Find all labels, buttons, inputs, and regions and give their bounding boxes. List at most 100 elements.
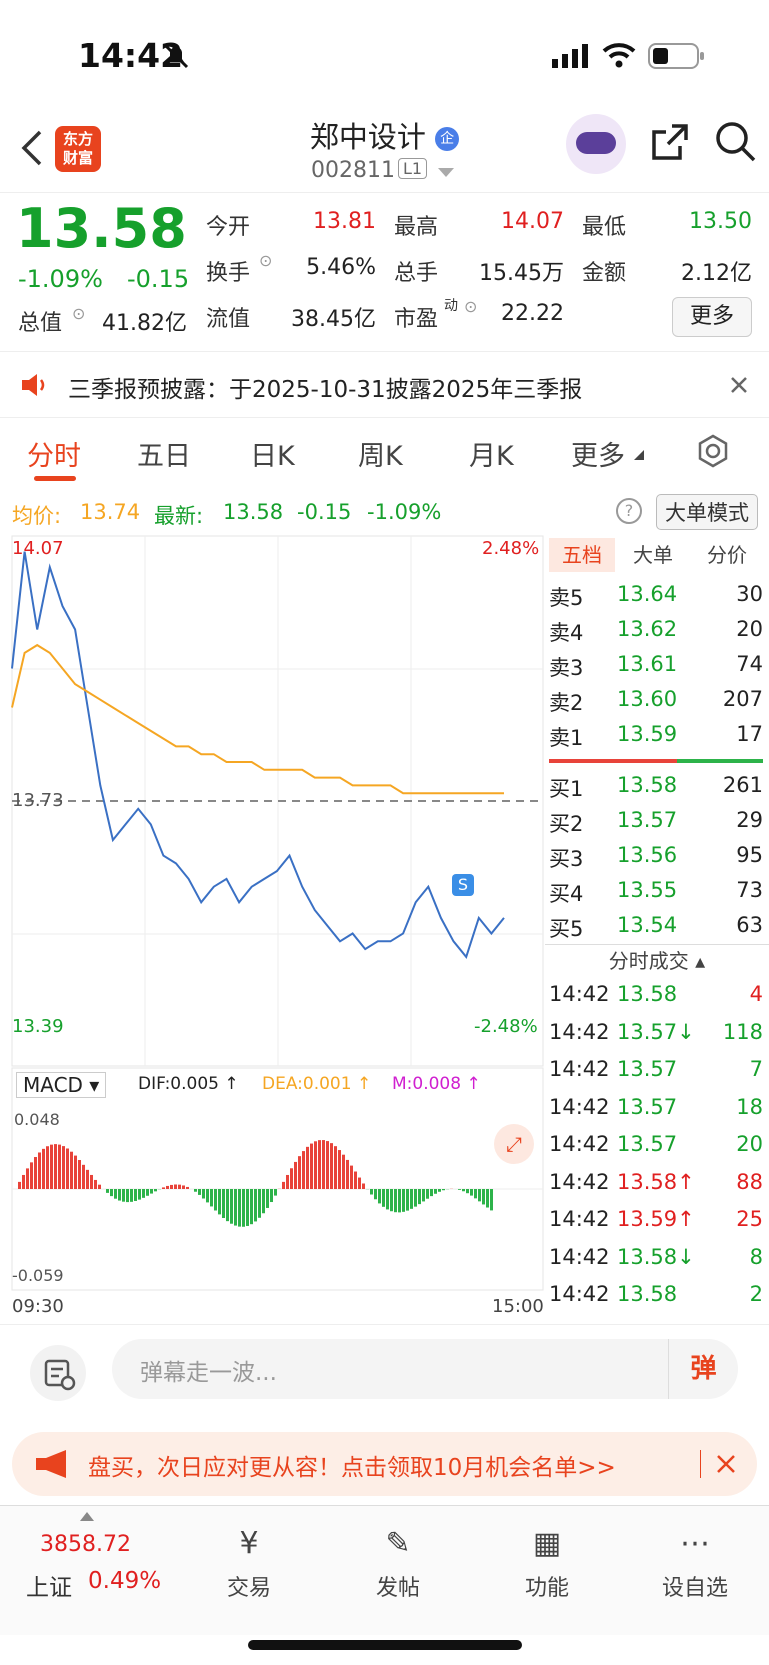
nav-post[interactable]: ✎ 发帖 (348, 1526, 448, 1602)
bid-row[interactable]: 买5 13.54 63 (545, 909, 769, 944)
ask-level: 卖4 (549, 621, 584, 645)
macd-bar (30, 1162, 33, 1189)
level-badge[interactable]: L1 (398, 158, 428, 179)
nav-watchlist[interactable]: ⋯ 设自选 (645, 1526, 745, 1602)
danmu-placeholder: 弹幕走一波... (140, 1360, 277, 1386)
change-value: -0.15 (127, 265, 190, 293)
macd-bar (430, 1189, 433, 1197)
info-icon[interactable]: ⊙ (72, 304, 85, 323)
big-order-mode-button[interactable]: 大单模式 (656, 494, 758, 530)
macd-bar (106, 1189, 109, 1193)
macd-bar (458, 1189, 461, 1190)
macd-bar (182, 1185, 185, 1189)
macd-bar (218, 1189, 221, 1215)
tab-big-order[interactable]: 大单 (633, 538, 673, 572)
macd-bar (110, 1189, 113, 1197)
more-button[interactable]: 更多 (672, 297, 752, 337)
tab-intraday[interactable]: 分时 (27, 434, 81, 473)
close-icon[interactable] (716, 1454, 736, 1474)
ask-row[interactable]: 卖4 13.62 20 (545, 613, 769, 648)
notice-bar[interactable]: 三季报预披露：于2025-10-31披露2025年三季报 (0, 352, 769, 418)
more-arrow-icon (634, 450, 644, 460)
tab-monthly-k[interactable]: 月K (469, 434, 514, 473)
ticks-header[interactable]: 分时成交 ▴ (545, 944, 769, 978)
danmu-input[interactable]: 弹幕走一波... 弹 (112, 1339, 738, 1399)
tab-price-dist[interactable]: 分价 (707, 538, 747, 572)
macd-bar (414, 1189, 417, 1207)
bid-list: 买1 13.58 261 买2 13.57 29 买3 13.56 95 买4 13.55 73 买5 1… (545, 769, 769, 944)
ask-row[interactable]: 卖5 13.64 30 (545, 578, 769, 613)
macd-bar (470, 1189, 473, 1196)
danmu-send-button[interactable]: 弹 (668, 1339, 738, 1399)
pe-dynamic-label: 动 (444, 298, 458, 314)
macd-bar (314, 1141, 317, 1189)
expand-icon[interactable]: ⤢ (494, 1124, 534, 1164)
low-value: 13.50 (689, 209, 752, 234)
macd-bar (342, 1154, 345, 1189)
nav-trade[interactable]: ¥ 交易 (199, 1526, 299, 1602)
index-pct[interactable]: 0.49% (88, 1568, 161, 1594)
macd-bar (238, 1189, 241, 1227)
amount-value: 2.12亿 (681, 261, 752, 286)
macd-selector[interactable]: MACD ▾ (16, 1072, 107, 1098)
signal-marker[interactable]: S (452, 874, 474, 896)
bid-row[interactable]: 买3 13.56 95 (545, 839, 769, 874)
search-icon[interactable] (714, 120, 758, 164)
bid-row[interactable]: 买1 13.58 261 (545, 769, 769, 804)
dropdown-icon[interactable] (438, 168, 454, 178)
tick-row: 14:42 13.59↑ 25 (549, 1207, 763, 1231)
macd-bar (246, 1189, 249, 1226)
help-icon[interactable]: ? (616, 498, 642, 524)
macd-bar (38, 1152, 41, 1189)
ask-row[interactable]: 卖2 13.60 207 (545, 683, 769, 718)
danmu-settings-icon[interactable] (30, 1345, 86, 1401)
chart-svg[interactable] (0, 534, 545, 1324)
edit-icon: ✎ (385, 1526, 411, 1561)
settings-icon[interactable] (696, 434, 730, 468)
share-icon[interactable] (648, 120, 692, 164)
bid-row[interactable]: 买2 13.57 29 (545, 804, 769, 839)
macd-bar (242, 1189, 245, 1227)
intraday-chart[interactable]: 14.07 2.48% 13.73 13.39 -2.48% S MACD ▾ … (0, 534, 545, 1324)
tab-weekly-k[interactable]: 周K (358, 434, 403, 473)
nav-functions[interactable]: ▦ 功能 (497, 1526, 597, 1602)
macd-bar (422, 1189, 425, 1202)
bid-level: 买1 (549, 777, 584, 801)
macd-bottom-label: -0.059 (12, 1266, 64, 1285)
macd-bar (186, 1186, 189, 1189)
macd-bar (478, 1189, 481, 1202)
assistant-avatar-icon[interactable] (566, 114, 626, 174)
macd-bar (390, 1189, 393, 1212)
open-value: 13.81 (313, 209, 376, 234)
macd-bar (58, 1144, 61, 1189)
index-value[interactable]: 3858.72 (40, 1532, 131, 1557)
latest-change: -0.15 (297, 500, 352, 524)
order-book: 五档 大单 分价 卖5 13.64 30 卖4 13.62 20 卖3 13.61 74 卖2 13… (545, 534, 769, 1316)
bid-row[interactable]: 买4 13.55 73 (545, 874, 769, 909)
macd-bar (402, 1189, 405, 1212)
macd-bar (410, 1189, 413, 1209)
tab-five-day[interactable]: 五日 (137, 434, 191, 473)
ask-row[interactable]: 卖1 13.59 17 (545, 718, 769, 753)
macd-bar (166, 1185, 169, 1189)
tab-five-level[interactable]: 五档 (549, 538, 615, 572)
index-name[interactable]: 上证 (26, 1568, 72, 1602)
macd-bar (18, 1181, 21, 1189)
stock-code: 002811 (311, 158, 395, 183)
tab-more[interactable]: 更多 (571, 434, 625, 473)
more-dots-icon: ⋯ (680, 1526, 710, 1561)
close-icon[interactable] (730, 376, 748, 394)
info-icon[interactable]: ⊙ (259, 251, 272, 270)
macd-bar (42, 1148, 45, 1189)
yen-icon: ¥ (239, 1526, 259, 1561)
macd-bar (206, 1189, 209, 1203)
bid-price: 13.54 (617, 913, 678, 937)
tab-daily-k[interactable]: 日K (250, 434, 295, 473)
avg-price-line (11, 643, 504, 795)
info-icon[interactable]: ⊙ (464, 297, 477, 316)
ask-row[interactable]: 卖3 13.61 74 (545, 648, 769, 683)
promo-banner[interactable]: 盘买，次日应对更从容！点击领取10月机会名单>> (12, 1432, 757, 1496)
macd-bar (82, 1164, 85, 1189)
bid-volume: 73 (736, 878, 763, 902)
float-label: 流值 (206, 307, 251, 332)
